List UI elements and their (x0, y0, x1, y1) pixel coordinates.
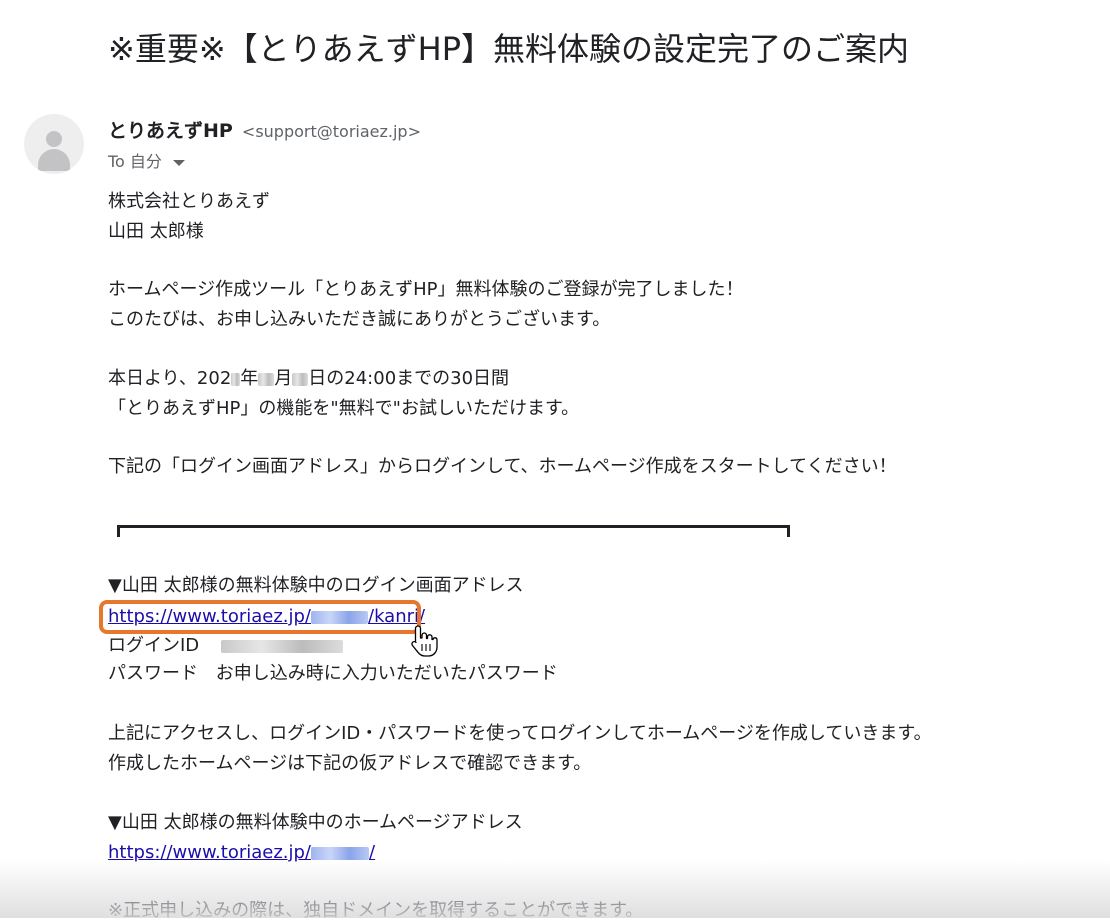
body-company: 株式会社とりあえず (108, 191, 270, 212)
sender-line: とりあえずHP <support@toriaez.jp> (108, 116, 421, 143)
hand-pointer-cursor-icon (411, 625, 438, 657)
redacted-day (292, 372, 309, 386)
body-trial-2: 「とりあえずHP」の機能を"無料で"お試しいただけます。 (108, 398, 580, 419)
body-intro-1: ホームページ作成ツール「とりあえずHP」無料体験のご登録が完了しました！ (108, 279, 744, 300)
redacted-homepage-path (311, 846, 369, 860)
login-id-label: ログインID (108, 635, 200, 656)
recipient-toggle[interactable]: To 自分 (108, 148, 186, 172)
body-intro-2: このたびは、お申し込みいただき誠にありがとうございます。 (108, 309, 611, 330)
sender-email: <support@toriaez.jp> (241, 122, 421, 141)
caret-down-icon[interactable] (173, 159, 186, 166)
redacted-year (231, 372, 241, 386)
body-instruction: 下記の「ログイン画面アドレス」からログインして、ホームページ作成をスタートしてく… (108, 456, 897, 477)
redacted-month (258, 372, 275, 386)
redacted-login-id (220, 639, 343, 653)
body-access-1: 上記にアクセスし、ログインID・パスワードを使ってログインしてホームページを作成… (108, 723, 932, 744)
sender-avatar[interactable] (24, 114, 84, 174)
body-note: ※正式申し込みの際は、独自ドメインを取得することができます。 (108, 900, 644, 921)
body-addressee: 山田 太郎様 (108, 221, 204, 242)
homepage-url-line: https://www.toriaez.jp// (108, 841, 375, 865)
body-access-2: 作成したホームページは下記の仮アドレスで確認できます。 (108, 753, 592, 774)
bracket-divider (117, 525, 790, 537)
login-url-highlight (99, 600, 421, 634)
login-id-line: ログインID (108, 634, 343, 658)
email-subject: ※重要※【とりあえずHP】無料体験の設定完了のご案内 (108, 30, 909, 68)
password-line: パスワード お申し込み時に入力いただいたパスワード (108, 662, 558, 686)
sender-name[interactable]: とりあえずHP (108, 120, 233, 142)
password-label: パスワード (108, 663, 198, 684)
password-value: お申し込み時に入力いただいたパスワード (215, 663, 558, 684)
homepage-url-link[interactable]: https://www.toriaez.jp// (108, 842, 375, 863)
body-trial-1: 本日より、202 年月日の24:00までの30日間 (108, 368, 510, 389)
recipient-label: To 自分 (108, 152, 162, 171)
login-heading: ▼山田 太郎様の無料体験中のログイン画面アドレス (108, 575, 524, 596)
homepage-heading: ▼山田 太郎様の無料体験中のホームページアドレス (108, 812, 523, 833)
